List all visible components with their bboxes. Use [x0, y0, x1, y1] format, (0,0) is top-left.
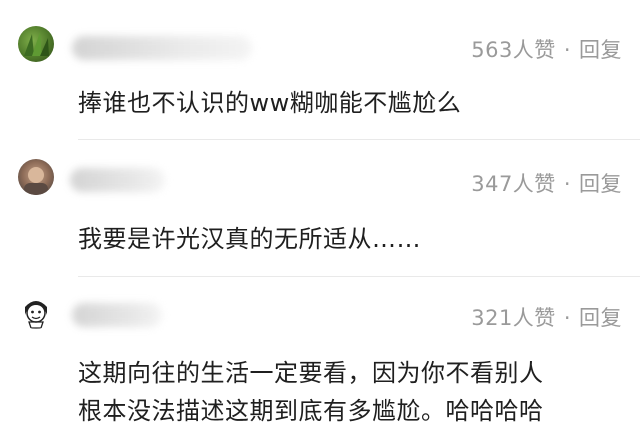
user-avatar[interactable] [18, 159, 54, 195]
comment-item-2: 347人赞 · 回复 我要是许光汉真的无所适从…… [0, 140, 640, 277]
reply-button[interactable]: 回复 [579, 38, 622, 62]
comment-meta: 347人赞 · 回复 [471, 168, 622, 198]
like-count[interactable]: 347人赞 [471, 172, 556, 196]
avatar-photo-image [24, 167, 48, 195]
reply-button[interactable]: 回复 [579, 172, 622, 196]
reply-button[interactable]: 回复 [579, 306, 622, 330]
avatar-cartoon-icon [25, 301, 47, 329]
like-count[interactable]: 563人赞 [471, 38, 556, 62]
comment-text-line-1: 这期向往的生活一定要看，因为你不看别人 [78, 359, 544, 387]
comment-meta: 321人赞 · 回复 [471, 302, 622, 332]
username-redacted[interactable] [70, 168, 165, 192]
user-avatar[interactable] [18, 26, 54, 62]
username-redacted[interactable] [72, 303, 162, 327]
comment-item-1: 563人赞 · 回复 捧谁也不认识的ww糊咖能不尴尬么 [0, 0, 640, 140]
comment-text: 捧谁也不认识的ww糊咖能不尴尬么 [78, 89, 462, 117]
meta-separator: · [563, 38, 571, 62]
meta-separator: · [563, 306, 571, 330]
like-count[interactable]: 321人赞 [471, 306, 556, 330]
comment-meta: 563人赞 · 回复 [471, 34, 622, 64]
avatar-plant-image [24, 32, 49, 56]
user-avatar[interactable] [18, 293, 54, 329]
meta-separator: · [563, 172, 571, 196]
username-redacted[interactable] [72, 36, 252, 60]
comment-text-line-2: 根本没法描述这期到底有多尴尬。哈哈哈哈 [78, 397, 544, 425]
comment-text: 我要是许光汉真的无所适从…… [78, 225, 421, 253]
comment-item-3: 321人赞 · 回复 这期向往的生活一定要看，因为你不看别人 根本没法描述这期到底有… [0, 277, 640, 447]
